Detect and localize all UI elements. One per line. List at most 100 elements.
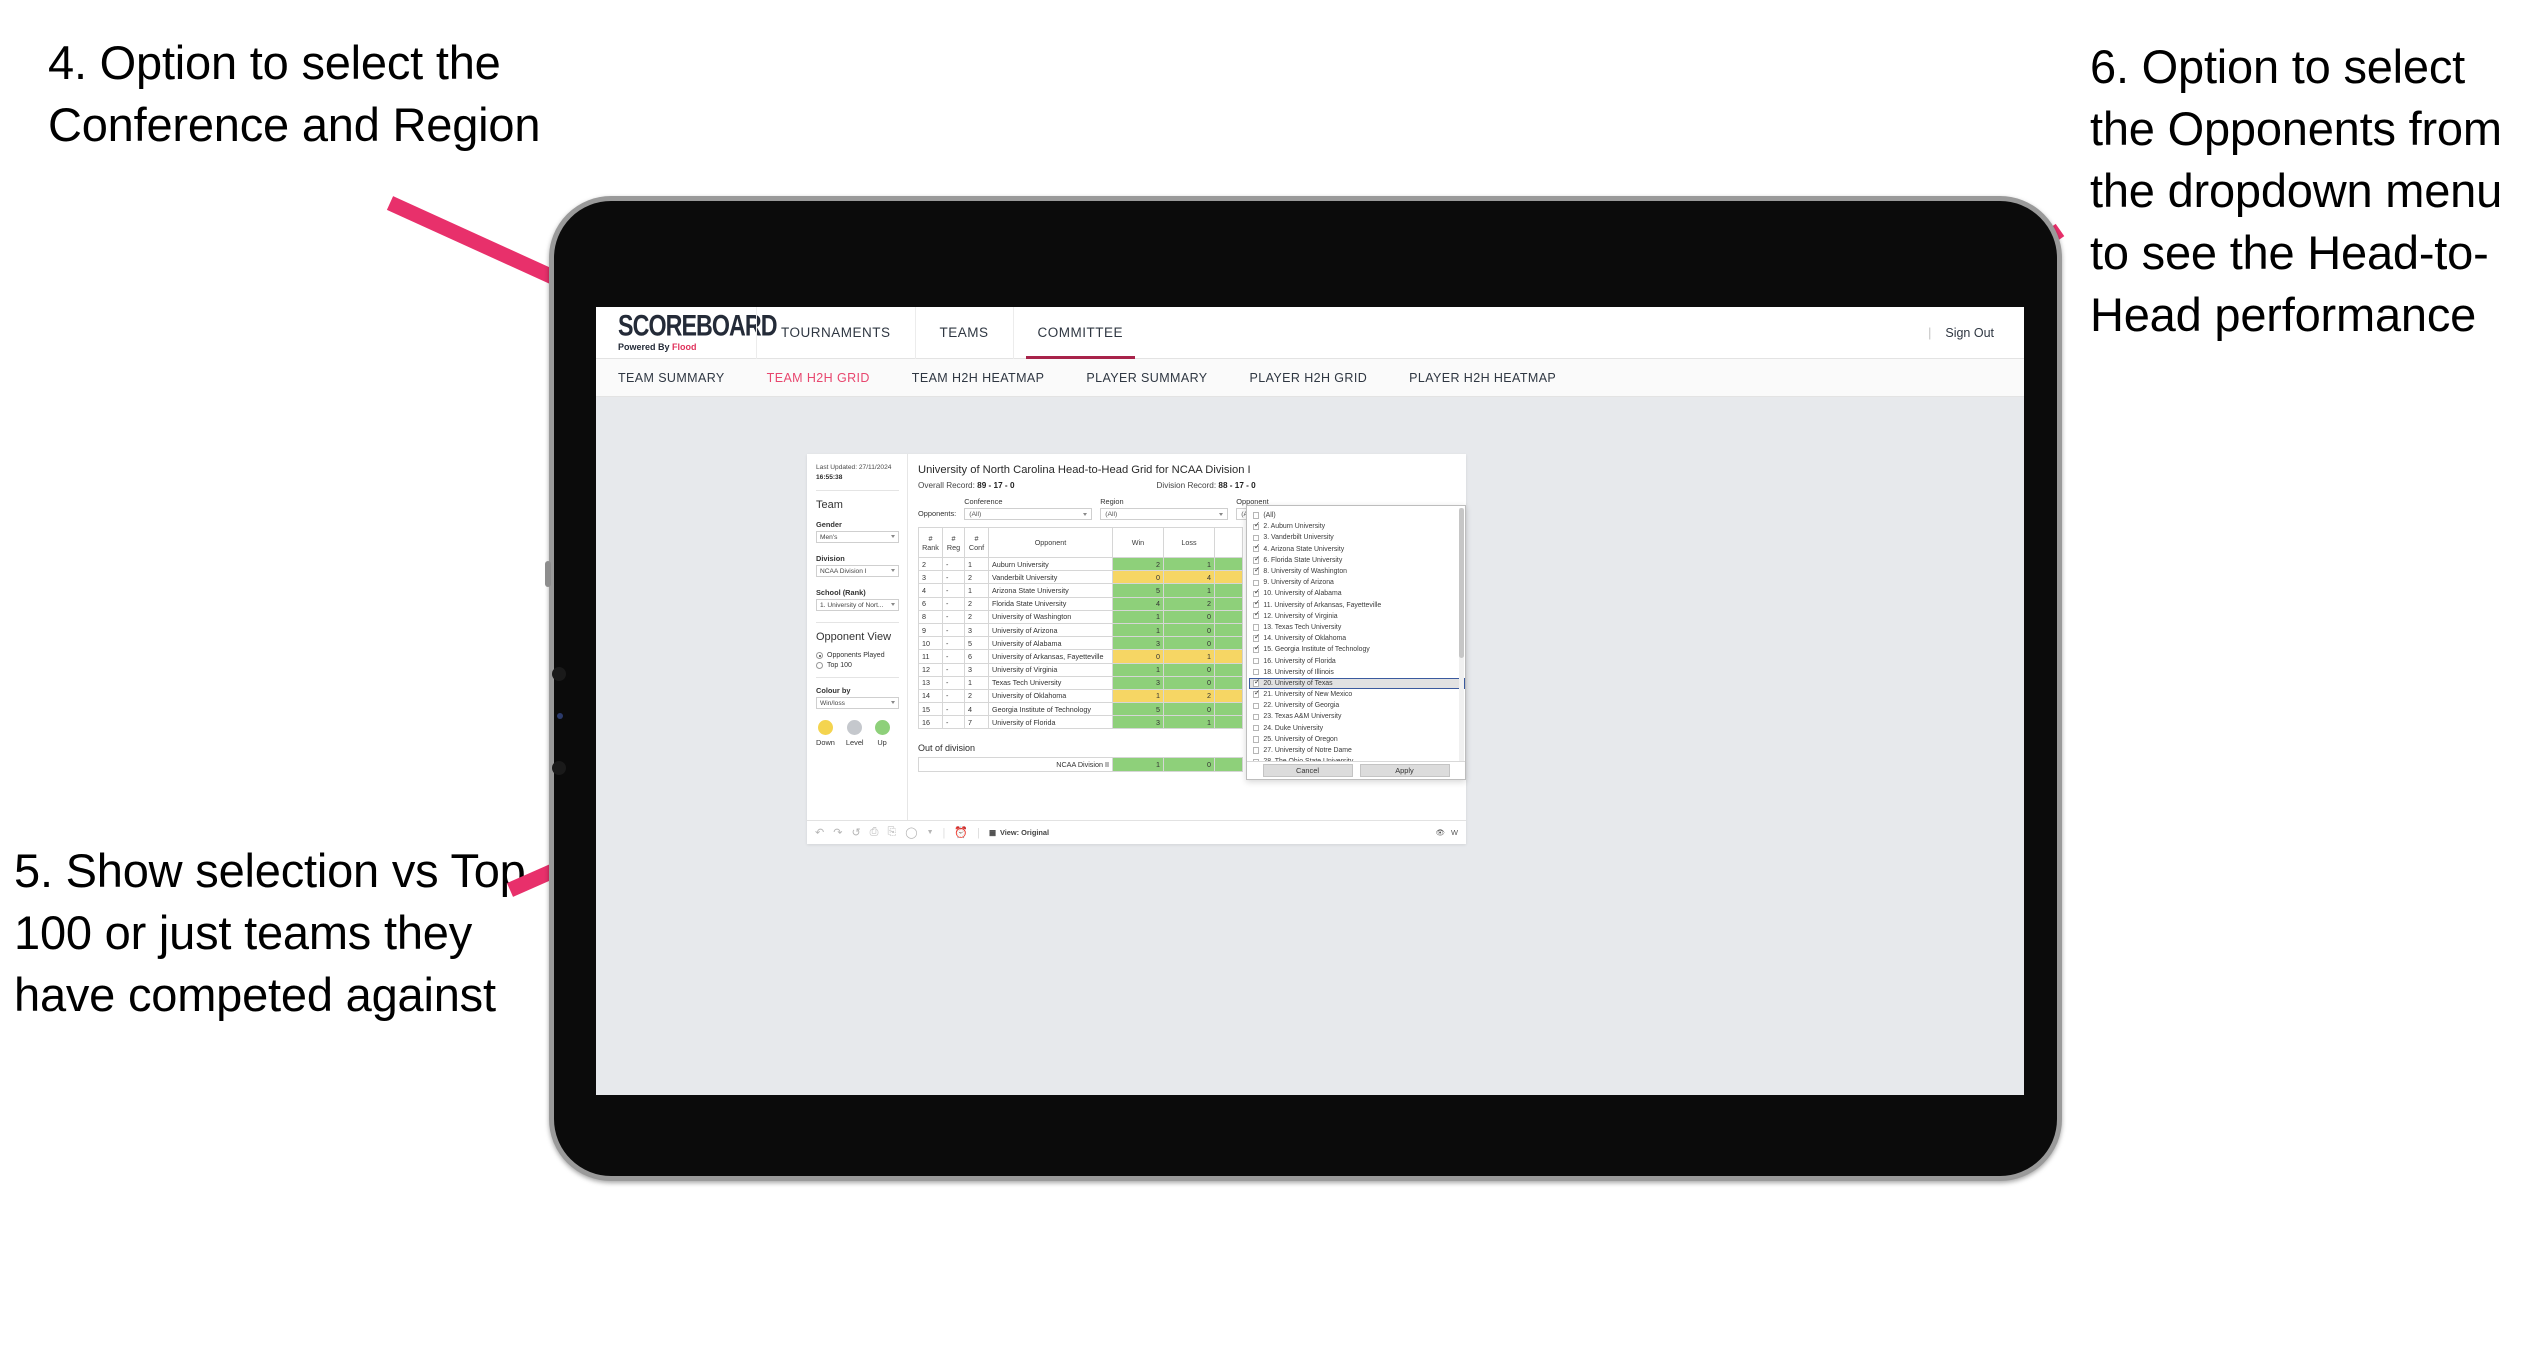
- division-select[interactable]: NCAA Division I: [816, 565, 899, 578]
- view-original-button[interactable]: ▦ View: Original: [989, 828, 1049, 837]
- opponent-dropdown-panel[interactable]: (All) 2. Auburn University 3. Vanderbilt U…: [1246, 505, 1466, 780]
- dropdown-item[interactable]: 3. Vanderbilt University: [1249, 532, 1465, 543]
- topnav-item-teams[interactable]: TEAMS: [914, 307, 1013, 359]
- conference-filter-select[interactable]: (All): [964, 508, 1093, 520]
- table-row[interactable]: 13-1 Texas Tech University 3 0: [918, 675, 1243, 690]
- topnav-item-committee[interactable]: COMMITTEE: [1012, 307, 1148, 359]
- subnav-item-team-summary[interactable]: TEAM SUMMARY: [618, 371, 725, 385]
- share-icon[interactable]: ⏰: [954, 826, 968, 839]
- checkbox-icon[interactable]: [1253, 758, 1260, 761]
- dropdown-item[interactable]: 4. Arizona State University: [1249, 543, 1465, 555]
- checkbox-icon[interactable]: [1253, 512, 1260, 519]
- dropdown-item[interactable]: 24. Duke University: [1249, 723, 1465, 734]
- checkbox-icon[interactable]: [1253, 724, 1260, 732]
- table-row[interactable]: 16-7 University of Florida 3 1: [918, 715, 1243, 730]
- checkbox-icon[interactable]: [1253, 669, 1260, 676]
- chevron-down-icon[interactable]: ▼: [927, 829, 934, 836]
- checkbox-icon[interactable]: [1253, 610, 1261, 620]
- dropdown-item[interactable]: 20. University of Texas: [1249, 677, 1465, 689]
- table-row[interactable]: 10-5 University of Alabama 3 0: [918, 636, 1243, 651]
- table-row[interactable]: 4-1 Arizona State University 5 1: [918, 583, 1243, 598]
- dropdown-item[interactable]: 23. Texas A&M University: [1249, 711, 1465, 722]
- dropdown-item[interactable]: 12. University of Virginia: [1249, 610, 1465, 622]
- checkbox-icon[interactable]: [1253, 644, 1261, 654]
- table-row[interactable]: 6-2 Florida State University 4 2: [918, 596, 1243, 611]
- dropdown-scrollbar-thumb[interactable]: [1459, 508, 1464, 658]
- toolbar-divider-2: |: [977, 826, 980, 839]
- table-row[interactable]: 3-2 Vanderbilt University 0 4: [918, 570, 1243, 585]
- sign-out-link[interactable]: Sign Out: [1945, 326, 1994, 340]
- table-row[interactable]: 11-6 University of Arkansas, Fayetteville…: [918, 649, 1243, 664]
- dropdown-item[interactable]: 15. Georgia Institute of Technology: [1249, 644, 1465, 655]
- checkbox-icon[interactable]: [1253, 624, 1260, 631]
- overall-record: Overall Record: 89 - 17 - 0: [918, 481, 1015, 490]
- checkbox-icon[interactable]: [1253, 736, 1260, 743]
- revert-icon[interactable]: ↺: [851, 826, 860, 839]
- radio-top-100[interactable]: Top 100: [816, 662, 899, 670]
- checkbox-icon[interactable]: [1253, 702, 1260, 709]
- subnav-item-player-h2h-heatmap[interactable]: PLAYER H2H HEATMAP: [1409, 371, 1556, 385]
- checkbox-icon[interactable]: [1253, 566, 1261, 575]
- table-row[interactable]: 15-4 Georgia Institute of Technology 5 0: [918, 702, 1243, 717]
- dropdown-item[interactable]: 27. University of Notre Dame: [1249, 745, 1465, 756]
- dropdown-item[interactable]: 6. Florida State University: [1249, 554, 1465, 566]
- table-row[interactable]: 14-2 University of Oklahoma 1 2: [918, 688, 1243, 704]
- dropdown-item[interactable]: 11. University of Arkansas, Fayetteville: [1249, 599, 1465, 611]
- subnav-item-team-h2h-grid[interactable]: TEAM H2H GRID: [767, 371, 870, 385]
- apply-button[interactable]: Apply: [1359, 764, 1450, 777]
- redo-icon[interactable]: ↷: [833, 826, 842, 839]
- legend-swatch-down: [817, 720, 833, 736]
- checkbox-icon[interactable]: [1253, 579, 1260, 586]
- subnav-item-team-h2h-heatmap[interactable]: TEAM H2H HEATMAP: [912, 371, 1045, 385]
- region-filter-select[interactable]: (All): [1100, 508, 1229, 520]
- custom-view-icon[interactable]: ◯: [905, 826, 917, 839]
- checkbox-icon[interactable]: [1253, 633, 1261, 642]
- dropdown-item[interactable]: 25. University of Oregon: [1249, 734, 1465, 745]
- dropdown-item[interactable]: 21. University of New Mexico: [1249, 689, 1465, 700]
- refresh-data-icon[interactable]: ⎙: [870, 826, 879, 839]
- pause-updates-icon[interactable]: ⎘: [887, 826, 896, 839]
- table-row[interactable]: 8-2 University of Washington 1 0: [918, 609, 1243, 624]
- brand-logo[interactable]: SCOREBOARD Powered By Flood: [596, 311, 778, 352]
- checkbox-icon[interactable]: [1253, 588, 1261, 598]
- checkbox-icon[interactable]: [1253, 599, 1261, 609]
- dropdown-item-label: 18. University of Illinois: [1263, 668, 1334, 676]
- dropdown-item[interactable]: 10. University of Alabama: [1249, 588, 1465, 599]
- dropdown-item[interactable]: 2. Auburn University: [1249, 521, 1465, 532]
- undo-icon[interactable]: ↶: [815, 826, 824, 839]
- watch-icon[interactable]: 👁: [1436, 828, 1445, 837]
- dropdown-item[interactable]: 28. The Ohio State University: [1249, 756, 1465, 761]
- topnav-item-tournaments[interactable]: TOURNAMENTS: [756, 307, 915, 359]
- cell-rank: 3: [918, 570, 943, 585]
- table-row[interactable]: 9-3 University of Arizona 1 0: [918, 622, 1243, 638]
- radio-opponents-played[interactable]: Opponents Played: [816, 652, 899, 660]
- dropdown-item[interactable]: 14. University of Oklahoma: [1249, 633, 1465, 644]
- checkbox-icon[interactable]: [1253, 747, 1260, 754]
- table-row[interactable]: 2-1 Auburn University 2 1: [918, 556, 1243, 572]
- dropdown-item[interactable]: (All): [1249, 510, 1465, 521]
- checkbox-icon[interactable]: [1253, 713, 1260, 721]
- table-row[interactable]: 12-3 University of Virginia 1 0: [918, 662, 1243, 677]
- dropdown-item[interactable]: 8. University of Washington: [1249, 566, 1465, 577]
- subnav-item-player-h2h-grid[interactable]: PLAYER H2H GRID: [1250, 371, 1368, 385]
- opponent-dropdown-list[interactable]: (All) 2. Auburn University 3. Vanderbilt U…: [1247, 506, 1465, 761]
- dropdown-item[interactable]: 22. University of Georgia: [1249, 700, 1465, 711]
- dropdown-item[interactable]: 9. University of Arizona: [1249, 577, 1465, 588]
- gender-select[interactable]: Men's: [816, 531, 899, 544]
- cancel-button[interactable]: Cancel: [1262, 764, 1353, 777]
- checkbox-icon[interactable]: [1253, 554, 1261, 564]
- school-rank-select[interactable]: 1. University of Nort...: [816, 599, 899, 612]
- dropdown-item[interactable]: 16. University of Florida: [1249, 655, 1465, 666]
- cell-loss: 0: [1163, 609, 1215, 624]
- subnav-item-player-summary[interactable]: PLAYER SUMMARY: [1086, 371, 1207, 385]
- colour-by-select[interactable]: Win/loss: [816, 697, 899, 710]
- checkbox-icon[interactable]: [1253, 657, 1260, 665]
- dropdown-item[interactable]: 18. University of Illinois: [1249, 667, 1465, 678]
- checkbox-icon[interactable]: [1253, 677, 1261, 687]
- checkbox-icon[interactable]: [1253, 534, 1260, 542]
- checkbox-icon[interactable]: [1253, 543, 1261, 553]
- dropdown-item[interactable]: 13. Texas Tech University: [1249, 622, 1465, 633]
- checkbox-icon[interactable]: [1253, 689, 1261, 698]
- checkbox-icon[interactable]: [1253, 521, 1261, 530]
- opponent-view-heading: Opponent View: [816, 631, 892, 644]
